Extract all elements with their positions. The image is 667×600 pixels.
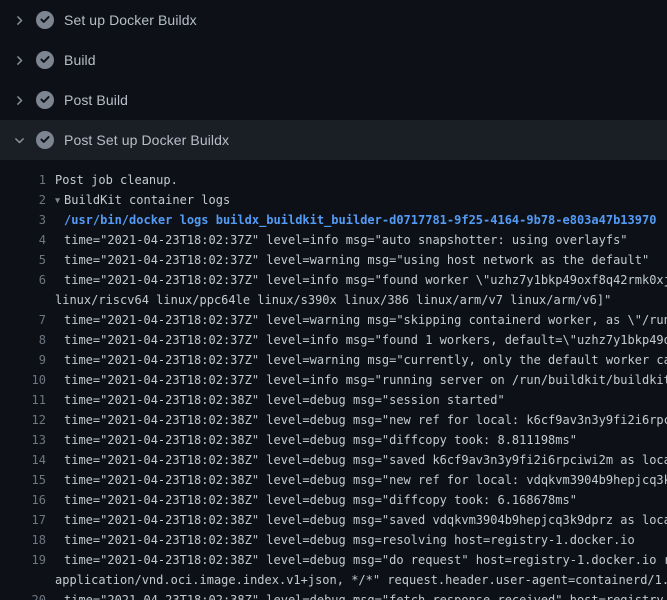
step-title: Build xyxy=(64,52,96,68)
line-number[interactable]: 14 xyxy=(0,450,46,470)
line-number[interactable]: 13 xyxy=(0,430,46,450)
step-header-post-set-up-docker-buildx[interactable]: Post Set up Docker Buildx xyxy=(0,120,667,160)
log-row: 3 /usr/bin/docker logs buildx_buildkit_b… xyxy=(0,210,667,230)
line-number[interactable]: 20 xyxy=(0,590,46,600)
log-row: 10 time="2021-04-23T18:02:37Z" level=inf… xyxy=(0,370,667,390)
log-text: time="2021-04-23T18:02:38Z" level=debug … xyxy=(46,450,667,470)
log-text: time="2021-04-23T18:02:37Z" level=info m… xyxy=(46,370,667,390)
log-row: 13 time="2021-04-23T18:02:38Z" level=deb… xyxy=(0,430,667,450)
triangle-down-icon: ▼ xyxy=(55,191,64,211)
log-text: time="2021-04-23T18:02:37Z" level=info m… xyxy=(46,230,628,250)
log-text: time="2021-04-23T18:02:38Z" level=debug … xyxy=(46,390,505,410)
line-number xyxy=(0,290,46,310)
step-title: Post Build xyxy=(64,92,128,108)
log-text: ▼BuildKit container logs xyxy=(46,190,230,210)
log-row: 19 time="2021-04-23T18:02:38Z" level=deb… xyxy=(0,550,667,570)
check-circle-icon xyxy=(36,51,54,69)
line-number[interactable]: 11 xyxy=(0,390,46,410)
command-text: /usr/bin/docker logs buildx_buildkit_bui… xyxy=(46,210,656,230)
line-number[interactable]: 1 xyxy=(0,170,46,190)
log-group-toggle[interactable]: 2 ▼BuildKit container logs xyxy=(0,190,667,210)
line-number[interactable]: 15 xyxy=(0,470,46,490)
log-row: 17 time="2021-04-23T18:02:38Z" level=deb… xyxy=(0,510,667,530)
log-row: 7 time="2021-04-23T18:02:37Z" level=warn… xyxy=(0,310,667,330)
log-row: 8 time="2021-04-23T18:02:37Z" level=info… xyxy=(0,330,667,350)
log-row: application/vnd.oci.image.index.v1+json,… xyxy=(0,570,667,590)
log-text: time="2021-04-23T18:02:38Z" level=debug … xyxy=(46,470,667,490)
line-number[interactable]: 6 xyxy=(0,270,46,290)
line-number[interactable]: 3 xyxy=(0,210,46,230)
step-title: Post Set up Docker Buildx xyxy=(64,132,229,148)
line-number[interactable]: 19 xyxy=(0,550,46,570)
log-text: time="2021-04-23T18:02:38Z" level=debug … xyxy=(46,530,635,550)
log-text: application/vnd.oci.image.index.v1+json,… xyxy=(46,570,667,590)
line-number[interactable]: 18 xyxy=(0,530,46,550)
line-number[interactable]: 4 xyxy=(0,230,46,250)
log-text: time="2021-04-23T18:02:38Z" level=debug … xyxy=(46,430,577,450)
log-text: linux/riscv64 linux/ppc64le linux/s390x … xyxy=(46,290,611,310)
log-row: linux/riscv64 linux/ppc64le linux/s390x … xyxy=(0,290,667,310)
log-row: 1 Post job cleanup. xyxy=(0,170,667,190)
log-text: time="2021-04-23T18:02:38Z" level=debug … xyxy=(46,410,667,430)
line-number[interactable]: 16 xyxy=(0,490,46,510)
log-row: 15 time="2021-04-23T18:02:38Z" level=deb… xyxy=(0,470,667,490)
line-number[interactable]: 9 xyxy=(0,350,46,370)
log-row: 12 time="2021-04-23T18:02:38Z" level=deb… xyxy=(0,410,667,430)
line-number[interactable]: 7 xyxy=(0,310,46,330)
log-text: time="2021-04-23T18:02:37Z" level=warnin… xyxy=(46,250,649,270)
steps-list: Set up Docker Buildx Build Post Build Po… xyxy=(0,0,667,160)
line-number[interactable]: 5 xyxy=(0,250,46,270)
log-row: 6 time="2021-04-23T18:02:37Z" level=info… xyxy=(0,270,667,290)
log-text: time="2021-04-23T18:02:37Z" level=info m… xyxy=(46,270,667,290)
line-number[interactable]: 17 xyxy=(0,510,46,530)
step-header-build[interactable]: Build xyxy=(0,40,667,80)
log-row: 18 time="2021-04-23T18:02:38Z" level=deb… xyxy=(0,530,667,550)
line-number[interactable]: 2 xyxy=(0,190,46,210)
step-header-set-up-docker-buildx[interactable]: Set up Docker Buildx xyxy=(0,0,667,40)
line-number[interactable]: 8 xyxy=(0,330,46,350)
log-row: 20 time="2021-04-23T18:02:38Z" level=deb… xyxy=(0,590,667,600)
step-header-post-build[interactable]: Post Build xyxy=(0,80,667,120)
log-text: time="2021-04-23T18:02:37Z" level=warnin… xyxy=(46,350,667,370)
log-row: 14 time="2021-04-23T18:02:38Z" level=deb… xyxy=(0,450,667,470)
line-number[interactable]: 12 xyxy=(0,410,46,430)
line-number xyxy=(0,570,46,590)
log-row: 9 time="2021-04-23T18:02:37Z" level=warn… xyxy=(0,350,667,370)
log-text: time="2021-04-23T18:02:38Z" level=debug … xyxy=(46,510,667,530)
log-row: 4 time="2021-04-23T18:02:37Z" level=info… xyxy=(0,230,667,250)
chevron-right-icon xyxy=(11,92,27,108)
log-text: time="2021-04-23T18:02:37Z" level=warnin… xyxy=(46,310,667,330)
chevron-down-icon xyxy=(11,132,27,148)
check-circle-icon xyxy=(36,11,54,29)
check-circle-icon xyxy=(36,131,54,149)
log-text: time="2021-04-23T18:02:38Z" level=debug … xyxy=(46,490,577,510)
chevron-right-icon xyxy=(11,52,27,68)
line-number[interactable]: 10 xyxy=(0,370,46,390)
log-text: time="2021-04-23T18:02:37Z" level=info m… xyxy=(46,330,667,350)
log-text: time="2021-04-23T18:02:38Z" level=debug … xyxy=(46,590,667,600)
check-circle-icon xyxy=(36,91,54,109)
step-title: Set up Docker Buildx xyxy=(64,12,197,28)
log-row: 16 time="2021-04-23T18:02:38Z" level=deb… xyxy=(0,490,667,510)
log-row: 11 time="2021-04-23T18:02:38Z" level=deb… xyxy=(0,390,667,410)
log-row: 5 time="2021-04-23T18:02:37Z" level=warn… xyxy=(0,250,667,270)
log-text: Post job cleanup. xyxy=(46,170,178,190)
actions-log-viewer: Set up Docker Buildx Build Post Build Po… xyxy=(0,0,667,600)
group-label: BuildKit container logs xyxy=(64,193,230,207)
chevron-right-icon xyxy=(11,12,27,28)
log-content: 1 Post job cleanup. 2 ▼BuildKit containe… xyxy=(0,160,667,600)
log-text: time="2021-04-23T18:02:38Z" level=debug … xyxy=(46,550,667,570)
